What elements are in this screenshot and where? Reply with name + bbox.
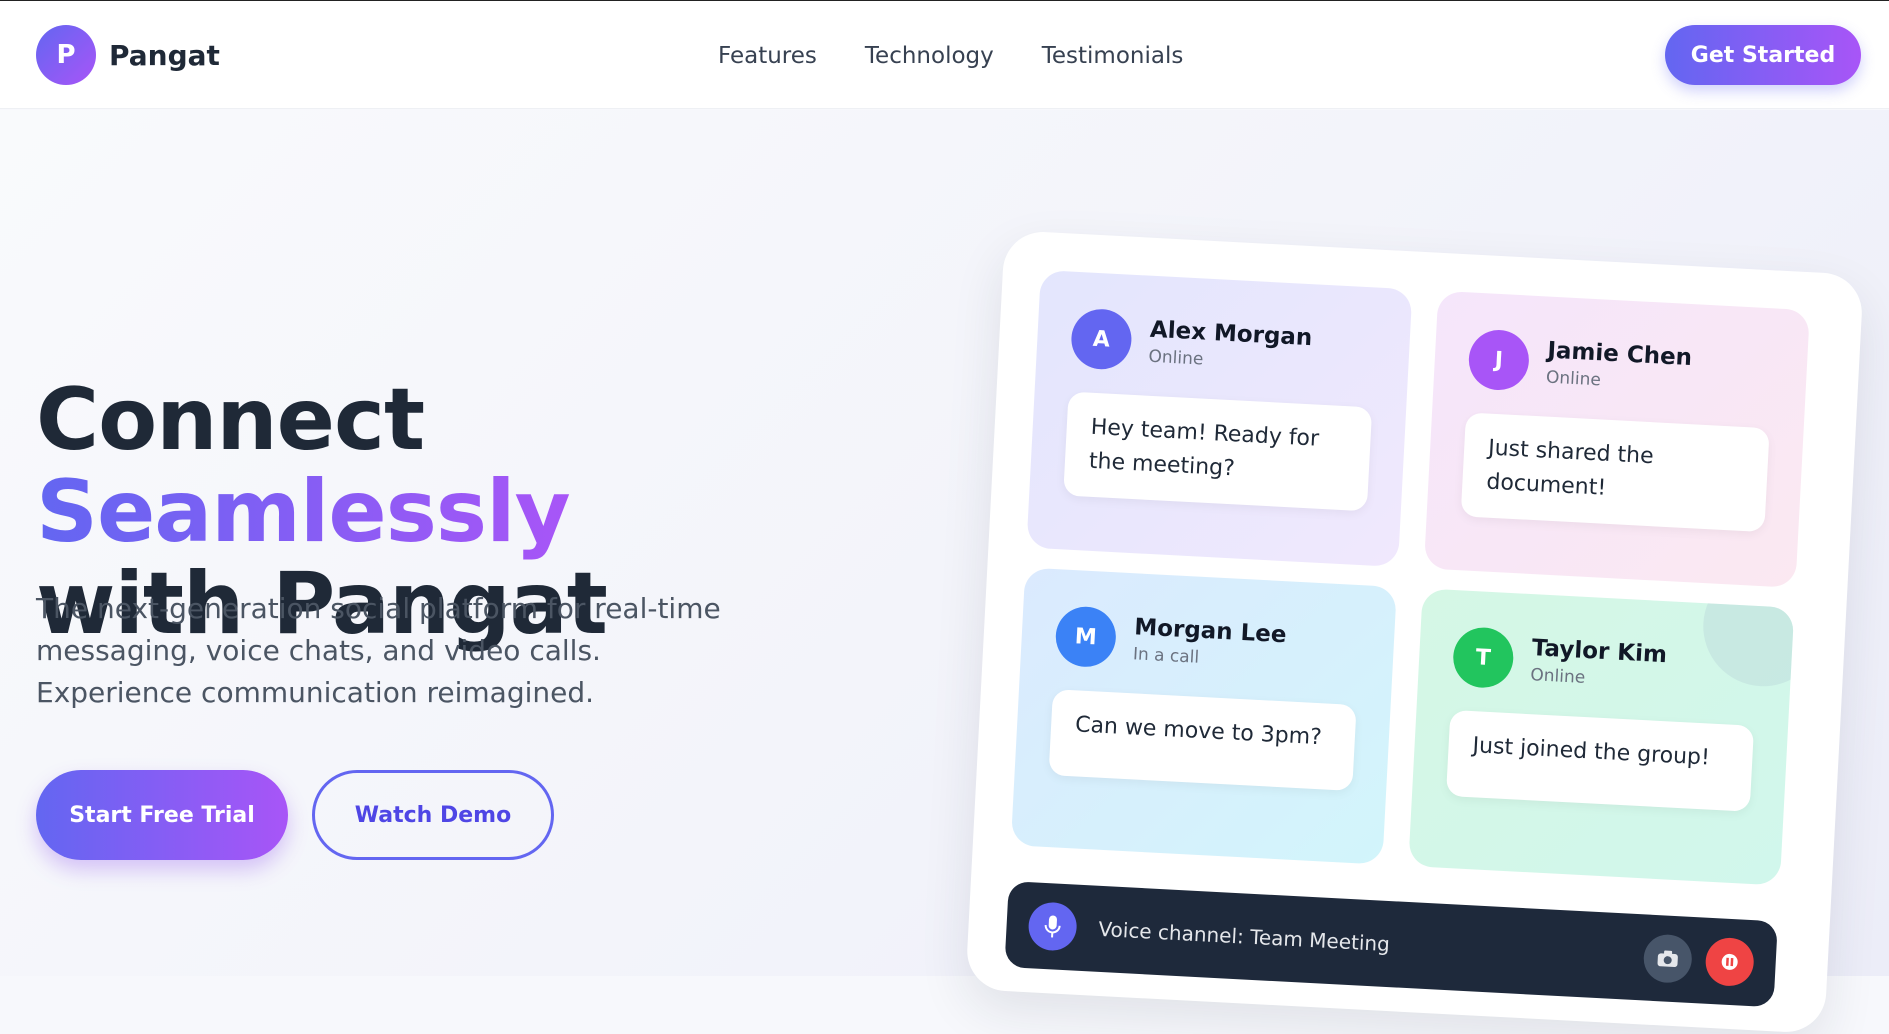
user-status: Online (1545, 368, 1691, 396)
start-free-trial-button[interactable]: Start Free Trial (36, 770, 288, 860)
chat-user: M Morgan Lee In a call (1054, 605, 1361, 681)
avatar: T (1452, 626, 1515, 689)
brand-name: Pangat (109, 39, 220, 72)
avatar: A (1070, 308, 1133, 371)
camera-icon[interactable] (1643, 933, 1693, 983)
app-mockup: A Alex Morgan Online Hey team! Ready for… (965, 230, 1864, 1034)
voice-channel-bar: Voice channel: Team Meeting (1004, 881, 1777, 1007)
chat-card[interactable]: J Jamie Chen Online Just shared the docu… (1424, 291, 1810, 588)
chat-card[interactable]: A Alex Morgan Online Hey team! Ready for… (1026, 270, 1412, 567)
user-name: Jamie Chen (1547, 338, 1693, 372)
nav-link-features[interactable]: Features (718, 43, 817, 69)
nav-link-testimonials[interactable]: Testimonials (1042, 43, 1184, 69)
user-name: Alex Morgan (1149, 317, 1313, 351)
user-name: Taylor Kim (1531, 635, 1667, 668)
chat-user: J Jamie Chen Online (1467, 328, 1774, 404)
chat-card[interactable]: T Taylor Kim Online Just joined the grou… (1408, 588, 1794, 885)
end-call-icon[interactable] (1704, 937, 1754, 987)
watch-demo-button[interactable]: Watch Demo (312, 770, 554, 860)
get-started-button[interactable]: Get Started (1665, 25, 1861, 85)
avatar: J (1467, 328, 1530, 391)
main-nav: Features Technology Testimonials (718, 43, 1231, 69)
user-status: Online (1530, 665, 1666, 692)
message-bubble: Hey team! Ready for the meeting? (1063, 392, 1372, 512)
nav-link-technology[interactable]: Technology (865, 43, 994, 69)
message-bubble: Can we move to 3pm? (1049, 689, 1357, 791)
chat-user: A Alex Morgan Online (1070, 308, 1377, 384)
hero-subtitle: The next-generation social platform for … (36, 588, 756, 714)
message-bubble: Just shared the document! (1461, 412, 1770, 532)
logo-badge: P (36, 25, 96, 85)
voice-channel-label: Voice channel: Team Meeting (1098, 917, 1391, 956)
hero-title-part1: Connect (36, 370, 424, 470)
chat-card[interactable]: M Morgan Lee In a call Can we move to 3p… (1011, 568, 1397, 865)
hero-title-highlight: Seamlessly (36, 462, 570, 562)
user-name: Morgan Lee (1134, 614, 1287, 648)
user-status: Online (1148, 347, 1311, 375)
site-header: P Pangat Features Technology Testimonial… (0, 1, 1889, 109)
message-bubble: Just joined the group! (1446, 710, 1754, 812)
brand-logo[interactable]: P Pangat (36, 25, 220, 85)
avatar: M (1054, 605, 1117, 668)
microphone-icon[interactable] (1027, 901, 1077, 951)
user-status: In a call (1132, 644, 1285, 672)
